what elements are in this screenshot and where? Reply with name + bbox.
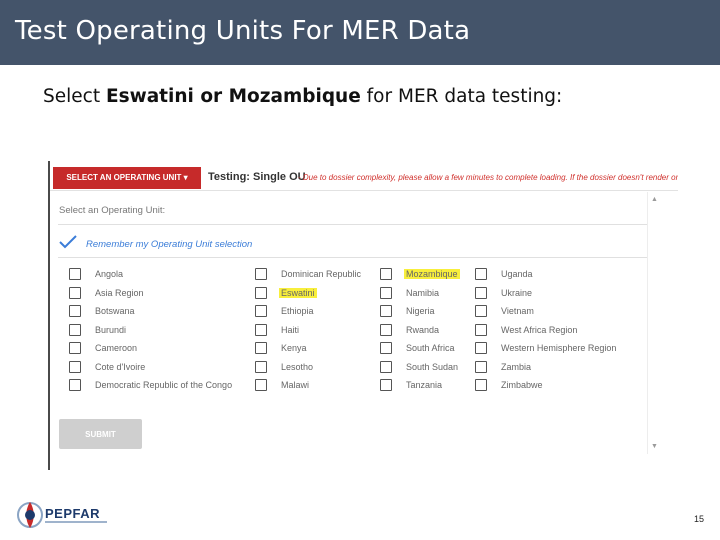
country-label: Vietnam <box>501 306 534 316</box>
slide-title: Test Operating Units For MER Data <box>15 16 471 46</box>
country-label: Ukraine <box>501 288 533 298</box>
country-label: West Africa Region <box>501 325 578 335</box>
country-label: Haiti <box>281 325 300 335</box>
country-label: Burundi <box>95 325 127 335</box>
checkbox[interactable] <box>475 287 487 299</box>
country-label: Cameroon <box>95 343 138 353</box>
select-operating-unit-button[interactable]: SELECT AN OPERATING UNIT ▾ <box>53 167 201 189</box>
checkbox[interactable] <box>475 379 487 391</box>
country-label: Democratic Republic of the Congo <box>95 380 233 390</box>
checkbox[interactable] <box>380 342 392 354</box>
scroll-up-icon[interactable]: ▲ <box>651 196 658 203</box>
checkbox[interactable] <box>475 324 487 336</box>
submit-button[interactable]: SUBMIT <box>59 419 142 449</box>
remember-ou-selection-label[interactable]: Remember my Operating Unit selection <box>86 239 252 250</box>
checkbox[interactable] <box>69 361 81 373</box>
checkbox[interactable] <box>380 361 392 373</box>
pepfar-logo: PEPFAR <box>45 506 101 521</box>
highlighted-country: Eswatini <box>279 288 317 298</box>
country-label: Nigeria <box>406 306 435 316</box>
country-label: Zimbabwe <box>501 380 543 390</box>
instruction-suffix: for MER data testing: <box>360 86 563 107</box>
checkbox[interactable] <box>255 305 267 317</box>
page-number: 15 <box>694 514 705 524</box>
checkbox[interactable] <box>475 361 487 373</box>
country-label: South Sudan <box>406 362 459 372</box>
checkbox[interactable] <box>380 324 392 336</box>
country-label: Lesotho <box>281 362 314 372</box>
country-label: Angola <box>95 269 124 279</box>
country-label: Malawi <box>281 380 310 390</box>
highlighted-country: Mozambique <box>404 269 460 279</box>
country-label: Cote d'Ivoire <box>95 362 146 372</box>
country-label: Dominican Republic <box>281 269 362 279</box>
country-label: South Africa <box>406 343 455 353</box>
checkbox[interactable] <box>380 305 392 317</box>
country-label: Rwanda <box>406 325 440 335</box>
country-label: Ethiopia <box>281 306 314 316</box>
checkbox[interactable] <box>69 305 81 317</box>
instruction-bold: Eswatini or Mozambique <box>105 86 361 107</box>
checkbox[interactable] <box>255 361 267 373</box>
country-label: Zambia <box>501 362 532 372</box>
instruction-text: Select Eswatini or Mozambique for MER da… <box>43 86 562 107</box>
checkbox[interactable] <box>475 342 487 354</box>
checkbox[interactable] <box>475 305 487 317</box>
country-label: Asia Region <box>95 288 144 298</box>
divider <box>58 257 656 258</box>
dossier-toolbar: SELECT AN OPERATING UNIT ▾ Testing: Sing… <box>50 161 678 191</box>
instruction-prefix: Select <box>43 86 106 107</box>
checkbox[interactable] <box>255 287 267 299</box>
country-label: Namibia <box>406 288 440 298</box>
pepfar-emblem-icon <box>17 502 43 528</box>
divider <box>58 224 656 225</box>
checkbox[interactable] <box>69 342 81 354</box>
checkmark-icon[interactable] <box>59 235 77 249</box>
country-label: Tanzania <box>406 380 443 390</box>
country-label: Uganda <box>501 269 533 279</box>
checkbox[interactable] <box>255 268 267 280</box>
checkbox[interactable] <box>380 268 392 280</box>
testing-note: - Due to dossier complexity, please allo… <box>298 173 678 182</box>
country-label: Kenya <box>281 343 307 353</box>
slide-header: Test Operating Units For MER Data <box>0 0 720 65</box>
country-label: Western Hemisphere Region <box>501 343 617 353</box>
dossier-screenshot: SELECT AN OPERATING UNIT ▾ Testing: Sing… <box>48 161 678 470</box>
scrollbar[interactable]: ▲ ▼ <box>647 192 659 454</box>
checkbox[interactable] <box>69 268 81 280</box>
country-label: Botswana <box>95 306 135 316</box>
checkbox[interactable] <box>255 379 267 391</box>
checkbox[interactable] <box>380 379 392 391</box>
checkbox[interactable] <box>255 342 267 354</box>
scroll-down-icon[interactable]: ▼ <box>651 443 658 450</box>
logo-underline <box>45 521 107 523</box>
checkbox[interactable] <box>380 287 392 299</box>
country-label: Eswatini <box>279 287 317 300</box>
checkbox[interactable] <box>69 324 81 336</box>
checkbox[interactable] <box>255 324 267 336</box>
country-label: Mozambique <box>404 268 460 281</box>
checkbox[interactable] <box>69 379 81 391</box>
testing-label: Testing: Single OU <box>208 171 306 183</box>
checkbox[interactable] <box>69 287 81 299</box>
checkbox[interactable] <box>475 268 487 280</box>
select-ou-label: Select an Operating Unit: <box>59 205 166 216</box>
